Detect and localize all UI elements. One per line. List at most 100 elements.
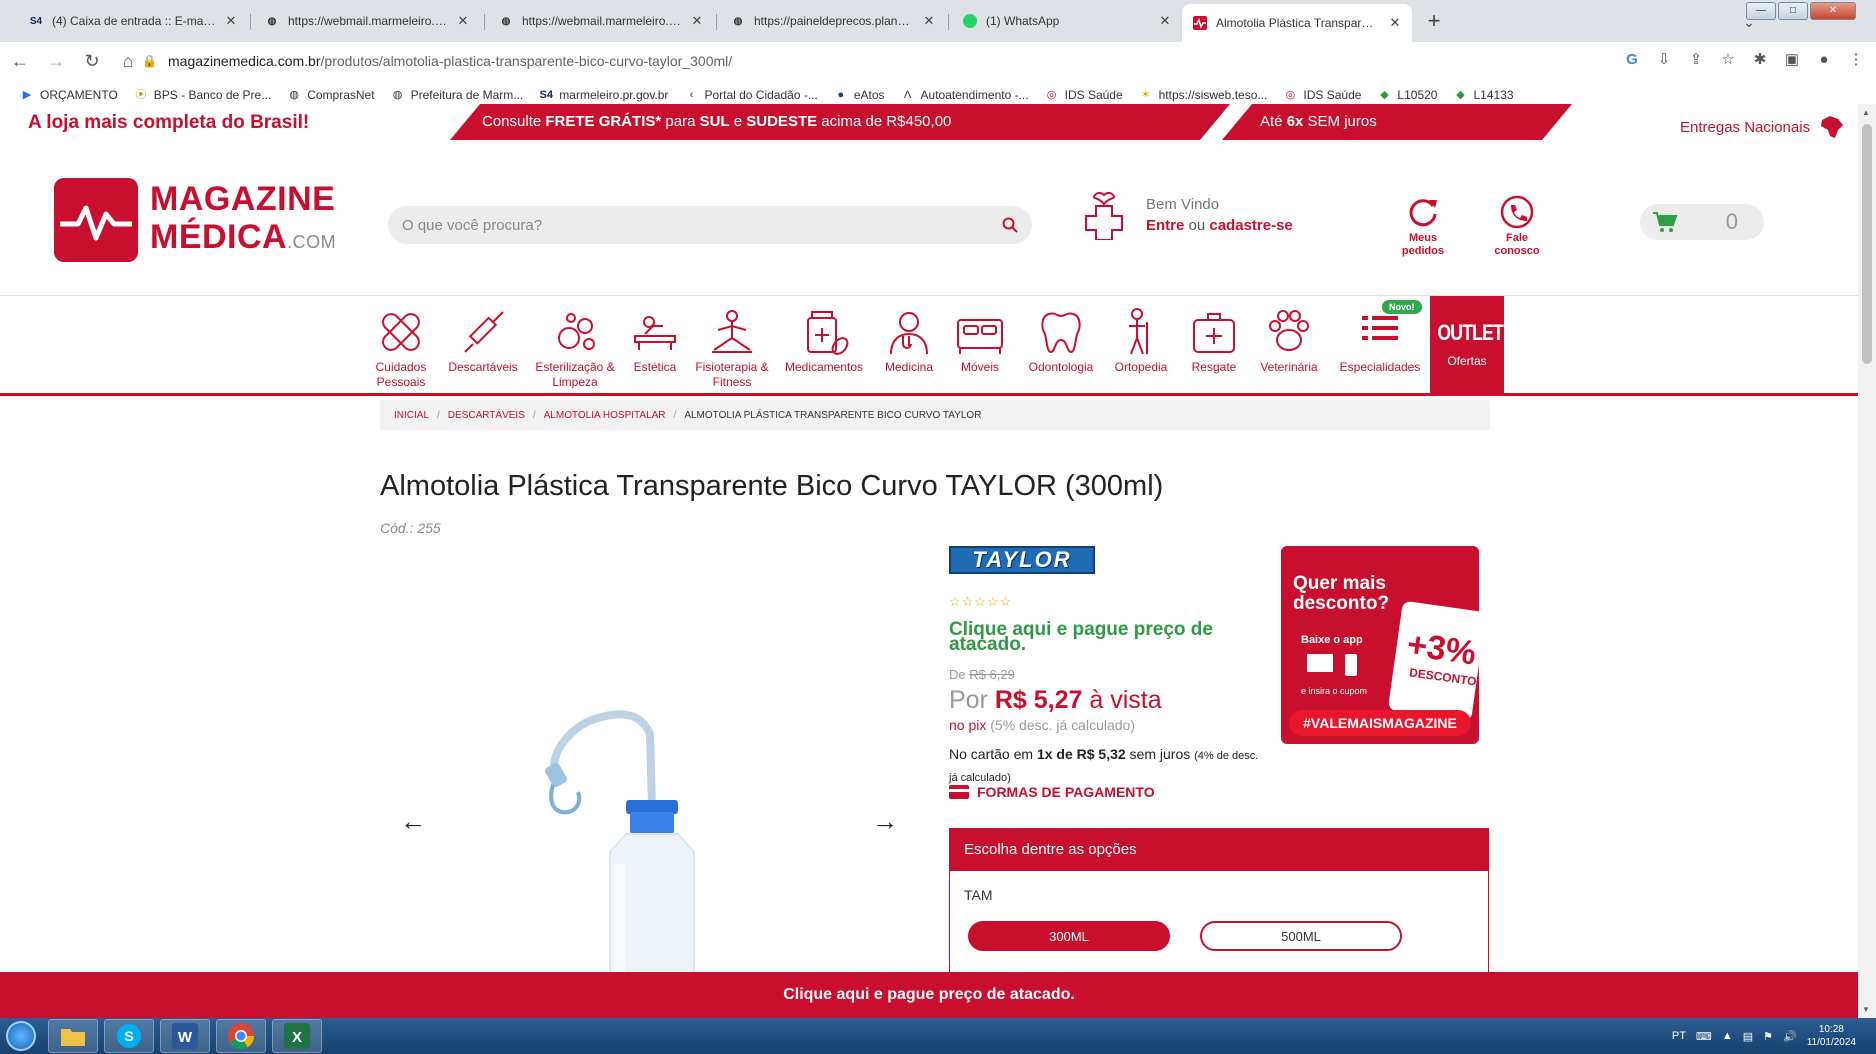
- new-tab-button[interactable]: +: [1420, 8, 1448, 36]
- bookmark-prefeitura[interactable]: ◍ Prefeitura de Marm...: [391, 88, 524, 102]
- site-logo[interactable]: MAGAZINE MÉDICA.COM: [54, 178, 336, 262]
- volume-icon[interactable]: 🔊: [1783, 1030, 1797, 1043]
- search-icon[interactable]: [1002, 217, 1018, 233]
- taskbar-word[interactable]: W: [160, 1019, 210, 1053]
- minimize-button[interactable]: —: [1746, 2, 1776, 20]
- brand-logo[interactable]: TAYLOR: [949, 546, 1095, 574]
- bookmark-bps[interactable]: ⦿ BPS - Banco de Pre...: [134, 88, 271, 102]
- category-resgate[interactable]: Resgate: [1186, 306, 1242, 375]
- category-estetica[interactable]: Estética: [628, 306, 682, 375]
- reload-icon[interactable]: ↻: [76, 45, 108, 77]
- network-icon[interactable]: ▤: [1743, 1030, 1753, 1043]
- contact-button[interactable]: Fale conosco: [1482, 194, 1552, 258]
- category-veterinaria[interactable]: Veterinária: [1256, 306, 1322, 375]
- flag-icon[interactable]: ⚑: [1763, 1030, 1773, 1043]
- category-cuidados-pessoais[interactable]: Cuidados Pessoais: [366, 306, 436, 390]
- breadcrumb-home[interactable]: INICIAL: [394, 410, 429, 421]
- payment-forms-link[interactable]: FORMAS DE PAGAMENTO: [949, 784, 1155, 800]
- breadcrumb-descartaveis[interactable]: DESCARTÁVEIS: [448, 410, 525, 421]
- bookmark-ids-saude-1[interactable]: ◎ IDS Saúde: [1045, 88, 1123, 102]
- size-option-500ml[interactable]: 500ML: [1200, 921, 1402, 951]
- bookmark-marmeleiro[interactable]: S4 marmeleiro.pr.gov.br: [539, 88, 669, 102]
- wholesale-price-link[interactable]: Clique aqui e pague preço de atacado.: [949, 620, 1249, 654]
- tab-painel-precos[interactable]: ◍ https://paineldeprecos.planejam ✕: [720, 6, 946, 36]
- forward-icon[interactable]: →: [40, 45, 72, 77]
- tab-almotolia[interactable]: Almotolia Plástica Transparente B ✕: [1182, 4, 1412, 42]
- start-button[interactable]: [0, 1018, 42, 1054]
- scrollbar-thumb[interactable]: [1862, 124, 1872, 364]
- share-icon[interactable]: ⇪: [1686, 46, 1706, 74]
- bookmark-l10520[interactable]: ◆ L10520: [1377, 88, 1437, 102]
- taskbar-excel[interactable]: X: [272, 1019, 322, 1053]
- bookmark-l14133[interactable]: ◆ L14133: [1453, 88, 1513, 102]
- scroll-down-icon[interactable]: ▼: [1862, 1005, 1870, 1014]
- cart-button[interactable]: 0: [1640, 204, 1764, 240]
- category-especialidades[interactable]: Especialidades: [1336, 306, 1424, 375]
- category-fisioterapia[interactable]: Fisioterapia & Fitness: [692, 306, 772, 390]
- show-hidden-icons-icon[interactable]: ▲: [1722, 1030, 1733, 1042]
- category-moveis[interactable]: Móveis: [952, 306, 1008, 375]
- close-icon[interactable]: ✕: [456, 14, 470, 28]
- my-orders-button[interactable]: Meus pedidos: [1388, 194, 1458, 258]
- tab-email[interactable]: S4 (4) Caixa de entrada :: E-mail - m ✕: [18, 6, 248, 36]
- offers-label: Ofertas: [1447, 354, 1487, 368]
- profile-icon[interactable]: ●: [1814, 46, 1834, 74]
- page-scrollbar[interactable]: ▲ ▼: [1858, 104, 1876, 1018]
- bookmark-portal-cidadao[interactable]: ‹ Portal do Cidadão -...: [684, 88, 818, 102]
- scroll-up-icon[interactable]: ▲: [1862, 108, 1870, 117]
- maximize-button[interactable]: □: [1778, 2, 1808, 20]
- tab-webmail-2[interactable]: ◍ https://webmail.marmeleiro.pr.g ✕: [488, 6, 714, 36]
- bookmark-ids-saude-2[interactable]: ◎ IDS Saúde: [1283, 88, 1362, 102]
- taskbar-skype[interactable]: S: [104, 1019, 154, 1053]
- taskbar-explorer[interactable]: [48, 1019, 98, 1053]
- app-discount-banner[interactable]: Quer mais desconto? Baixe o app e insira …: [1281, 546, 1479, 744]
- tab-whatsapp[interactable]: (1) WhatsApp ✕: [952, 6, 1182, 36]
- bookmark-autoatendimento[interactable]: Λ Autoatendimento -...: [901, 88, 1029, 102]
- window-close-button[interactable]: ✕: [1810, 2, 1856, 20]
- language-indicator[interactable]: PT: [1672, 1030, 1686, 1042]
- s4-icon: S4: [29, 15, 43, 27]
- wholesale-sticky-bar[interactable]: Clique aqui e pague preço de atacado.: [0, 972, 1858, 1018]
- clock[interactable]: 10:28 11/01/2024: [1807, 1023, 1856, 1049]
- bookmark-orcamento[interactable]: ▶ ORÇAMENTO: [20, 88, 118, 102]
- breadcrumb-almotolia-hospitalar[interactable]: ALMOTOLIA HOSPITALAR: [544, 410, 666, 421]
- category-esterilizacao[interactable]: Esterilização & Limpeza: [530, 306, 620, 390]
- login-link[interactable]: Entre: [1146, 217, 1184, 234]
- category-medicina[interactable]: Medicina: [878, 306, 940, 375]
- taskbar-chrome[interactable]: [216, 1019, 266, 1053]
- tab-webmail-1[interactable]: ◍ https://webmail.marmeleiro.pr.g ✕: [254, 6, 480, 36]
- keyboard-icon[interactable]: ⌨: [1696, 1030, 1712, 1043]
- install-icon[interactable]: ⇩: [1654, 46, 1674, 74]
- menu-icon[interactable]: ⋮: [1846, 46, 1866, 74]
- close-icon[interactable]: ✕: [690, 14, 704, 28]
- category-ortopedia[interactable]: Ortopedia: [1110, 306, 1172, 375]
- free-shipping-banner[interactable]: Consulte FRETE GRÁTIS* para SUL e SUDEST…: [482, 113, 951, 130]
- arrow-left-icon[interactable]: ←: [400, 806, 426, 837]
- close-icon[interactable]: ✕: [922, 14, 936, 28]
- bookmark-star-icon[interactable]: ☆: [1718, 46, 1738, 74]
- close-icon[interactable]: ✕: [1388, 16, 1402, 30]
- close-icon[interactable]: ✕: [224, 14, 238, 28]
- arrow-right-icon[interactable]: →: [872, 806, 898, 837]
- extensions-icon[interactable]: ✱: [1750, 46, 1770, 74]
- size-option-300ml[interactable]: 300ML: [968, 921, 1170, 951]
- category-medicamentos[interactable]: Medicamentos: [782, 306, 866, 375]
- bookmark-sisweb[interactable]: ✶ https://sisweb.teso...: [1139, 88, 1267, 102]
- close-icon[interactable]: ✕: [1158, 14, 1172, 28]
- new-badge: Novo!: [1382, 300, 1422, 314]
- home-icon[interactable]: ⌂: [112, 45, 144, 77]
- bookmark-comprasnet[interactable]: ◍ ComprasNet: [287, 88, 374, 102]
- register-link[interactable]: cadastre-se: [1209, 217, 1292, 234]
- category-descartaveis[interactable]: Descartáveis: [446, 306, 520, 375]
- product-title: Almotolia Plástica Transparente Bico Cur…: [380, 470, 1164, 502]
- search-input[interactable]: O que você procura?: [388, 206, 1032, 244]
- payment-forms-label: FORMAS DE PAGAMENTO: [977, 784, 1155, 800]
- side-panel-icon[interactable]: ▣: [1782, 46, 1802, 74]
- google-icon[interactable]: G: [1622, 46, 1642, 74]
- rating-stars[interactable]: ☆☆☆☆☆: [949, 594, 1012, 610]
- category-odontologia[interactable]: Odontologia: [1022, 306, 1100, 375]
- address-bar[interactable]: 🔒 magazinemedica.com.br/produtos/almotol…: [142, 46, 1602, 76]
- bookmark-eatos[interactable]: ● eAtos: [834, 88, 885, 102]
- outlet-offers-button[interactable]: OUTLET Ofertas: [1430, 296, 1504, 393]
- back-icon[interactable]: ←: [4, 45, 36, 77]
